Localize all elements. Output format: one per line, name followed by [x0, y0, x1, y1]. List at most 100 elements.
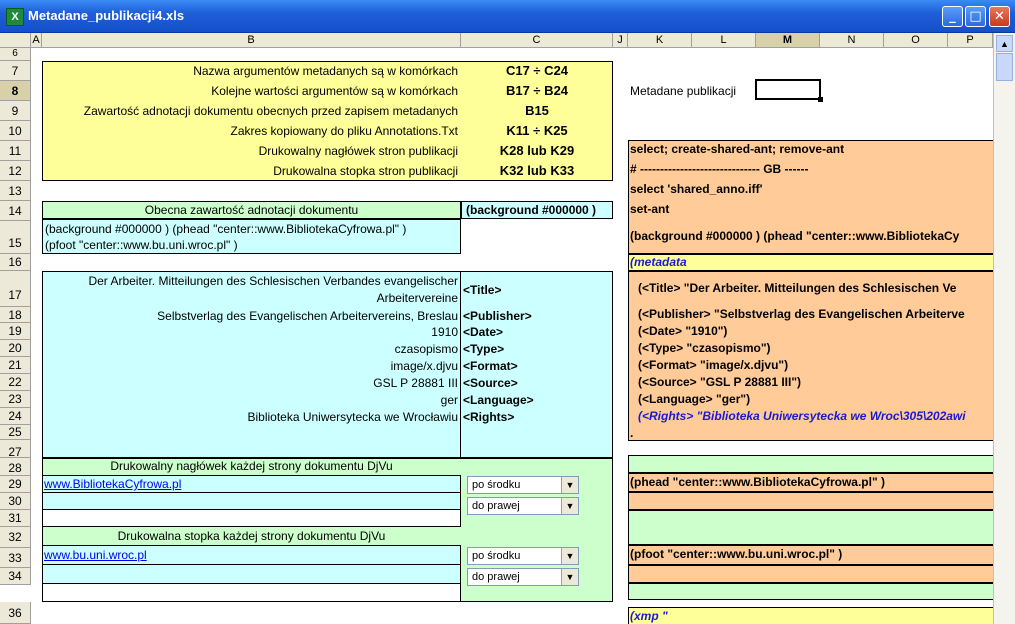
- chevron-down-icon[interactable]: ▼: [561, 569, 578, 585]
- row-header-selected[interactable]: 8: [0, 81, 31, 101]
- meta-value[interactable]: 1910: [44, 325, 458, 339]
- script-cell: [628, 583, 993, 600]
- row-header[interactable]: 19: [0, 323, 31, 340]
- row-header[interactable]: 9: [0, 101, 31, 121]
- column-header[interactable]: C: [461, 33, 613, 48]
- metadane-label: Metadane publikacji: [630, 84, 737, 98]
- scroll-thumb[interactable]: [996, 53, 1013, 81]
- row-header[interactable]: 34: [0, 568, 31, 585]
- header-align-dropdown-1[interactable]: po środku ▼: [467, 476, 579, 494]
- meta-value[interactable]: ger: [44, 393, 458, 407]
- dropdown-value: po środku: [472, 479, 521, 491]
- script-line: (<Source> "GSL P 28881 III"): [638, 375, 802, 389]
- script-line: set-ant: [630, 202, 670, 216]
- meta-value[interactable]: GSL P 28881 III: [44, 376, 458, 390]
- column-header[interactable]: O: [884, 33, 948, 48]
- header-align-dropdown-2[interactable]: do prawej ▼: [467, 497, 579, 515]
- footer-align-dropdown-2[interactable]: do prawej ▼: [467, 568, 579, 586]
- spreadsheet[interactable]: A B C J K L M N O P 6 7 8 9 10 11 12 13 …: [0, 33, 1015, 624]
- current-line: (pfoot "center::www.bu.uni.wroc.pl" ): [45, 238, 238, 252]
- script-line: select 'shared_anno.iff': [630, 182, 763, 196]
- row-header[interactable]: 33: [0, 548, 31, 568]
- header-section-title: Drukowalny nagłówek każdej strony dokume…: [110, 459, 393, 473]
- chevron-down-icon[interactable]: ▼: [561, 477, 578, 493]
- row-header[interactable]: 28: [0, 458, 31, 476]
- column-header[interactable]: P: [948, 33, 993, 48]
- row-header[interactable]: 32: [0, 527, 31, 548]
- minimize-button[interactable]: _: [942, 6, 963, 27]
- header-cell-2[interactable]: [42, 492, 461, 510]
- phead-line: (phead "center::www.BibliotekaCyfrowa.pl…: [630, 475, 885, 489]
- meta-tag: <Title>: [463, 283, 502, 297]
- row-header[interactable]: 11: [0, 141, 31, 161]
- header-link[interactable]: www.BibliotekaCyfrowa.pl: [44, 477, 181, 491]
- script-line: (<Type> "czasopismo"): [638, 341, 771, 355]
- row-header[interactable]: 22: [0, 374, 31, 391]
- row-header[interactable]: 12: [0, 161, 31, 181]
- column-header[interactable]: J: [613, 33, 628, 48]
- row-header[interactable]: 15: [0, 221, 31, 254]
- chevron-down-icon[interactable]: ▼: [561, 498, 578, 514]
- row-header[interactable]: 18: [0, 307, 31, 323]
- row-header[interactable]: 23: [0, 391, 31, 408]
- row-header[interactable]: 21: [0, 357, 31, 374]
- info-value: B15: [525, 103, 549, 118]
- script-cell: [628, 565, 993, 583]
- script-line: (xmp ": [630, 609, 668, 623]
- info-value: C17 ÷ C24: [505, 63, 569, 78]
- row-header[interactable]: 25: [0, 425, 31, 440]
- footer-align-dropdown-1[interactable]: po środku ▼: [467, 547, 579, 565]
- row-header[interactable]: 13: [0, 181, 31, 201]
- row-header[interactable]: 27: [0, 440, 31, 459]
- meta-value[interactable]: czasopismo: [44, 342, 458, 356]
- row-header[interactable]: 6: [0, 48, 31, 61]
- row-header[interactable]: 24: [0, 408, 31, 425]
- selected-cell-m8[interactable]: [755, 79, 823, 102]
- vertical-scrollbar[interactable]: ▲: [993, 33, 1015, 624]
- meta-value[interactable]: Arbeitervereine: [44, 291, 458, 305]
- footer-cell-3[interactable]: [42, 583, 461, 602]
- column-header[interactable]: K: [628, 33, 692, 48]
- close-button[interactable]: ✕: [989, 6, 1010, 27]
- meta-tag: <Language>: [463, 393, 534, 407]
- row-header[interactable]: 36: [0, 602, 31, 624]
- meta-value[interactable]: Der Arbeiter. Mitteilungen des Schlesisc…: [44, 274, 458, 288]
- maximize-button[interactable]: □: [965, 6, 986, 27]
- column-header-selected[interactable]: M: [756, 33, 820, 48]
- meta-tag: <Type>: [463, 342, 505, 356]
- footer-cell-2[interactable]: [42, 564, 461, 584]
- column-header[interactable]: N: [820, 33, 884, 48]
- row-header[interactable]: 31: [0, 510, 31, 527]
- row-header[interactable]: 10: [0, 121, 31, 141]
- row-header[interactable]: 7: [0, 61, 31, 81]
- header-cell-3[interactable]: [42, 509, 461, 527]
- column-header[interactable]: B: [42, 33, 461, 48]
- meta-tag: <Publisher>: [463, 309, 532, 323]
- excel-icon: X: [6, 8, 24, 26]
- scroll-up-icon[interactable]: ▲: [996, 35, 1013, 52]
- column-header[interactable]: L: [692, 33, 756, 48]
- dropdown-value: do prawej: [472, 571, 520, 583]
- script-cell: [628, 492, 993, 510]
- info-label: Kolejne wartości argumentów są w komórka…: [211, 84, 458, 98]
- row-header[interactable]: 29: [0, 476, 31, 493]
- meta-tag: <Source>: [463, 376, 518, 390]
- row-header[interactable]: 17: [0, 271, 31, 307]
- column-header[interactable]: A: [31, 33, 42, 48]
- meta-value[interactable]: Selbstverlag des Evangelischen Arbeiterv…: [44, 309, 458, 323]
- meta-value[interactable]: image/x.djvu: [44, 359, 458, 373]
- chevron-down-icon[interactable]: ▼: [561, 548, 578, 564]
- info-label: Zakres kopiowany do pliku Annotations.Tx…: [230, 124, 458, 138]
- meta-value[interactable]: Biblioteka Uniwersytecka we Wrocławiu: [44, 410, 458, 424]
- select-all-corner[interactable]: [0, 33, 31, 48]
- script-line: (<Date> "1910"): [638, 324, 728, 338]
- footer-link[interactable]: www.bu.uni.wroc.pl: [44, 548, 147, 562]
- info-value: B17 ÷ B24: [505, 83, 569, 98]
- row-header[interactable]: 14: [0, 201, 31, 221]
- row-header[interactable]: 20: [0, 340, 31, 357]
- row-header[interactable]: 16: [0, 254, 31, 271]
- script-line: .: [630, 426, 634, 440]
- row-header[interactable]: 30: [0, 493, 31, 510]
- script-line: (<Title> "Der Arbeiter. Mitteilungen des…: [638, 281, 957, 295]
- window-title: Metadane_publikacji4.xls: [28, 8, 185, 23]
